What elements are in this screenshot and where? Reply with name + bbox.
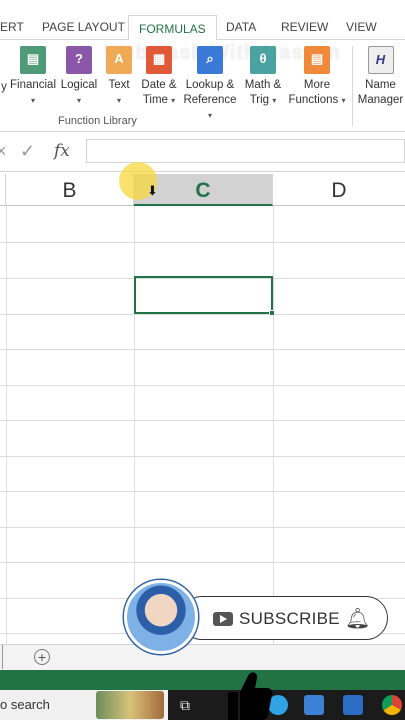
text-icon: A: [106, 46, 132, 74]
math-trig-label-2: Trig: [249, 94, 270, 106]
fill-handle[interactable]: [269, 310, 275, 316]
logical-button[interactable]: ? Logical ▾: [58, 46, 100, 108]
sheet-tab-edge[interactable]: [0, 645, 3, 669]
store-icon[interactable]: [304, 695, 324, 715]
financial-button[interactable]: ▤ Financial ▾: [8, 46, 58, 108]
date-time-button[interactable]: ▦ Date & Time ▾: [138, 46, 180, 108]
function-library-group-label: Function Library: [58, 115, 137, 127]
column-header-d[interactable]: D: [273, 174, 405, 206]
windows-taskbar: o search ⧉: [0, 690, 405, 720]
math-trig-button[interactable]: θ Math & Trig ▾: [240, 46, 286, 108]
task-view-icon[interactable]: ⧉: [180, 697, 190, 714]
chevron-down-icon: ▾: [76, 96, 81, 105]
tab-page-layout[interactable]: PAGE LAYOUT: [42, 14, 125, 40]
financial-label: Financial: [9, 79, 57, 91]
chevron-down-icon: ▾: [272, 96, 277, 105]
subscribe-label: SUBSCRIBE: [239, 609, 340, 628]
date-time-label-1: Date &: [141, 79, 177, 91]
formula-input[interactable]: [86, 139, 405, 163]
search-highlight-image: [96, 691, 164, 719]
formula-bar: × ✓ fx: [0, 132, 405, 172]
tab-insert[interactable]: ERT: [0, 14, 24, 40]
mail-icon[interactable]: [343, 695, 363, 715]
more-functions-label-1: More: [303, 79, 331, 91]
youtube-icon: [213, 612, 233, 626]
chevron-down-icon: ▾: [171, 96, 176, 105]
worksheet-grid[interactable]: [0, 206, 405, 644]
more-functions-button[interactable]: ▤ More Functions ▾: [286, 46, 348, 108]
tab-review[interactable]: REVIEW: [281, 14, 328, 40]
text-button[interactable]: A Text ▾: [102, 46, 136, 108]
taskbar-search[interactable]: o search: [0, 690, 168, 720]
tab-formulas[interactable]: FORMULAS: [128, 15, 217, 41]
name-manager-button[interactable]: H Name Manager: [356, 46, 405, 108]
add-sheet-icon[interactable]: +: [34, 649, 50, 665]
cancel-icon[interactable]: ×: [0, 141, 7, 162]
date-time-label-2: Time: [142, 94, 168, 106]
chevron-down-icon: ▾: [30, 96, 35, 105]
ribbon-separator: [352, 46, 353, 126]
logical-label: Logical: [60, 79, 98, 91]
lookup-label-1: Lookup &: [185, 79, 235, 91]
column-select-arrow-icon: ⬇: [147, 183, 158, 198]
autosum-button[interactable]: y: [0, 80, 8, 95]
subscribe-button[interactable]: SUBSCRIBE 🔔︎: [180, 596, 388, 640]
taskbar-search-text: o search: [0, 697, 50, 712]
math-trig-label-1: Math &: [244, 79, 282, 91]
tab-view[interactable]: VIEW: [346, 14, 377, 40]
status-bar: [0, 670, 405, 690]
thumbs-up-icon: [228, 672, 273, 720]
name-manager-label-2: Manager: [357, 94, 404, 106]
lookup-icon: ⌕: [197, 46, 223, 74]
active-cell[interactable]: [134, 276, 275, 316]
lookup-label-2: Reference: [183, 94, 237, 106]
name-manager-label-1: Name: [365, 79, 396, 91]
autosum-label: y: [1, 81, 7, 93]
chrome-icon[interactable]: [382, 695, 402, 715]
math-trig-icon: θ: [250, 46, 276, 74]
logical-icon: ?: [66, 46, 92, 74]
ribbon-function-library: Web Task With Hassan y ▤ Financial ▾ ? L…: [0, 40, 405, 132]
sheet-tab-bar: +: [0, 644, 405, 670]
insert-function-icon[interactable]: fx: [54, 141, 70, 161]
financial-icon: ▤: [20, 46, 46, 74]
ribbon-tab-bar: ERT PAGE LAYOUT FORMULAS DATA REVIEW VIE…: [0, 0, 405, 41]
excel-window: ERT PAGE LAYOUT FORMULAS DATA REVIEW VIE…: [0, 0, 405, 720]
column-header-b[interactable]: B: [6, 174, 134, 206]
enter-check-icon[interactable]: ✓: [20, 141, 35, 162]
bell-icon: 🔔︎: [345, 608, 371, 630]
column-header-row: B C D: [0, 174, 405, 206]
chevron-down-icon: ▾: [207, 111, 212, 120]
chevron-down-icon: ▾: [116, 96, 121, 105]
text-label: Text: [108, 79, 130, 91]
more-functions-icon: ▤: [304, 46, 330, 74]
tab-data[interactable]: DATA: [226, 14, 256, 40]
lookup-reference-button[interactable]: ⌕ Lookup & Reference ▾: [180, 46, 240, 123]
more-functions-label-2: Functions: [288, 94, 339, 106]
name-manager-icon: H: [367, 46, 394, 74]
chevron-down-icon: ▾: [341, 96, 346, 105]
channel-avatar: [124, 580, 198, 654]
date-time-icon: ▦: [146, 46, 172, 74]
